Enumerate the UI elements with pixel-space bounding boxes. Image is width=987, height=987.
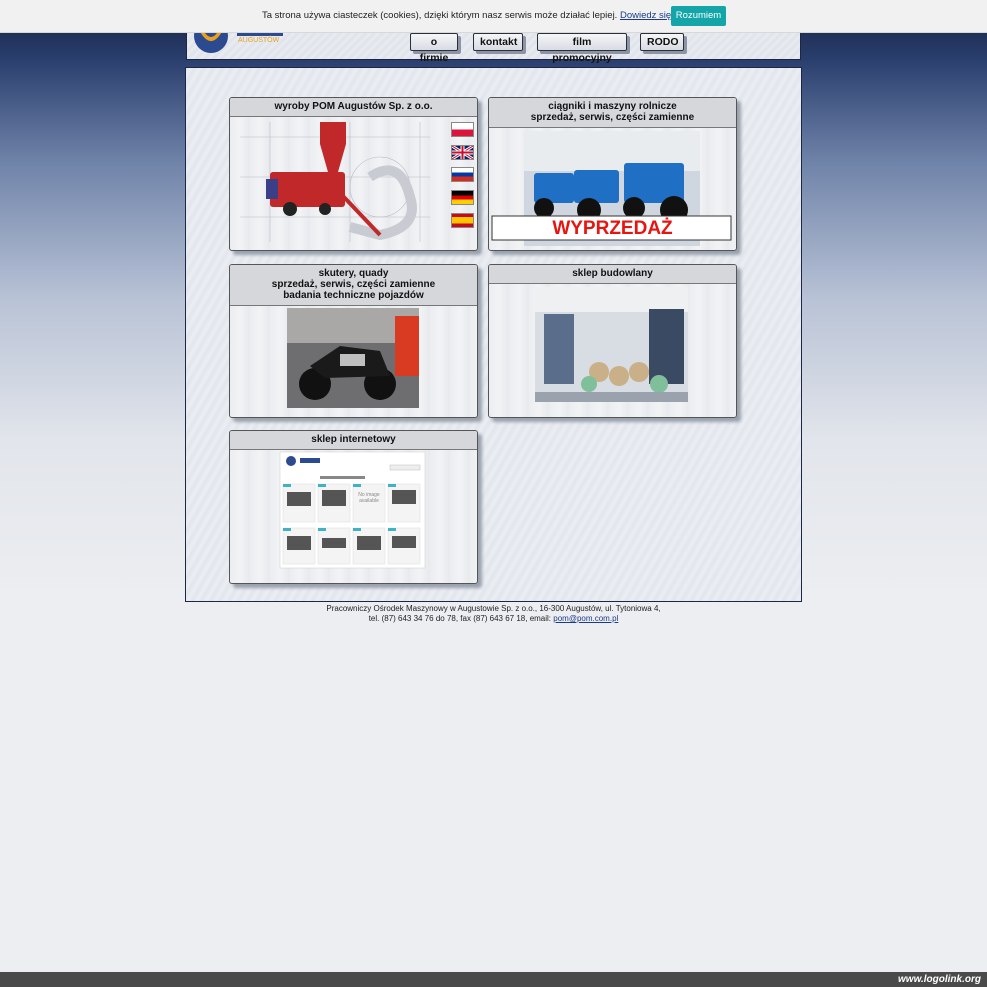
nav-about-button[interactable]: o firmie [410,33,458,64]
building-store-image [535,287,688,402]
card-tractors-title: ciągniki i maszyny rolnicze sprzedaż, se… [489,98,736,128]
footer: Pracowniczy Ośrodek Maszynowy w Augustow… [0,604,987,624]
card-tractors-body: WYPRZEDAŻ [489,128,736,248]
cookie-text: Ta strona używa ciasteczek (cookies), dz… [262,10,618,21]
cookie-bar: Ta strona używa ciasteczek (cookies), dz… [0,0,987,33]
no-image-placeholder: No image available [358,492,380,504]
card-online-shop-title: sklep internetowy [230,431,477,450]
grain-conveyor-image [240,122,430,242]
footer-phone: tel. (87) 643 34 76 do 78, fax (87) 643 … [368,614,552,623]
motorcycle-image [287,308,419,408]
card-scooters[interactable]: skutery, quady sprzedaż, serwis, części … [229,264,478,418]
card-building-store-body [489,284,736,416]
pom-logo[interactable]: AUGUSTÓW [189,30,284,58]
footer-email-link[interactable]: pom@pom.com.pl [553,614,618,623]
footer-contact: tel. (87) 643 34 76 do 78, fax (87) 643 … [0,614,987,624]
card-building-store-title: sklep budowlany [489,265,736,284]
nav-contact-button[interactable]: kontakt [473,33,523,51]
flag-es-icon[interactable] [451,213,474,228]
bottom-bar: www.logolink.org [0,972,987,987]
card-products-title: wyroby POM Augustów Sp. z o.o. [230,98,477,117]
footer-address: Pracowniczy Ośrodek Maszynowy w Augustow… [326,604,661,613]
flag-gb-icon[interactable] [451,145,474,160]
logo-emblem-icon [194,30,228,53]
card-scooters-title-line1: skutery, quady [318,268,389,279]
card-building-store[interactable]: sklep budowlany [488,264,737,418]
card-scooters-title-line2: sprzedaż, serwis, części zamienne [271,279,436,290]
watermark: www.logolink.org [898,974,981,985]
card-products-body [230,117,477,249]
card-tractors[interactable]: ciągniki i maszyny rolnicze sprzedaż, se… [488,97,737,251]
flag-pl-icon[interactable] [451,122,474,137]
card-products[interactable]: wyroby POM Augustów Sp. z o.o. [229,97,478,251]
card-scooters-title: skutery, quady sprzedaż, serwis, części … [230,265,477,306]
card-scooters-body [230,306,477,416]
cookie-accept-button[interactable]: Rozumiem [671,6,726,26]
flag-de-icon[interactable] [451,190,474,205]
card-online-shop-body: No image available [230,450,477,582]
card-scooters-title-line3: badania techniczne pojazdów [283,290,424,301]
flag-ru-icon[interactable] [451,167,474,182]
online-shop-screenshot [279,451,426,569]
cookie-message: Ta strona używa ciasteczek (cookies), dz… [262,0,700,32]
card-online-shop[interactable]: sklep internetowy No image available [229,430,478,584]
logo-text: AUGUSTÓW [238,35,280,44]
card-tractors-title-line2: sprzedaż, serwis, części zamienne [530,112,695,123]
main-panel: wyroby POM Augustów Sp. z o.o. ciągniki … [185,67,802,602]
card-tractors-title-line1: ciągniki i maszyny rolnicze [548,101,677,112]
sale-banner: WYPRZEDAŻ [552,218,673,239]
nav-promo-film-button[interactable]: film promocyjny [537,33,627,64]
nav-rodo-button[interactable]: RODO [640,33,684,51]
